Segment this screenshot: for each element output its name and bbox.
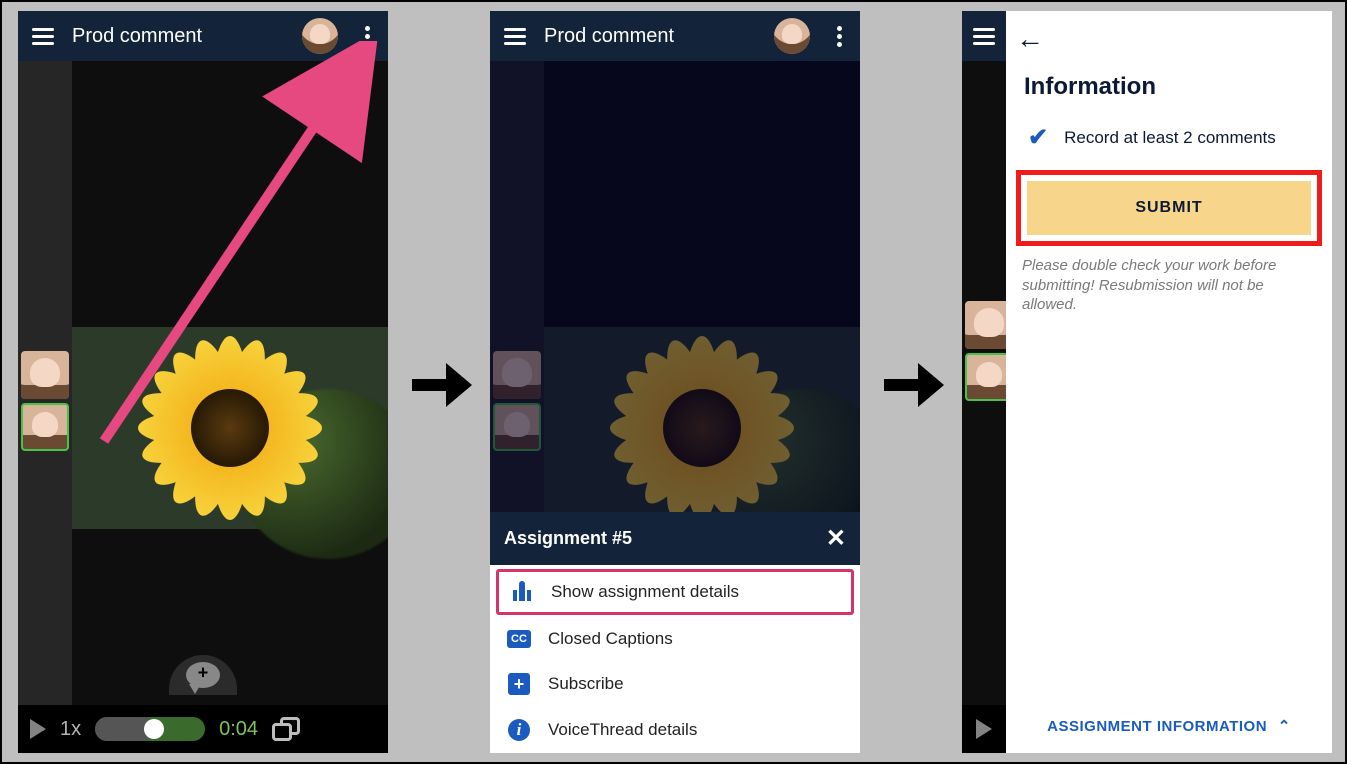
commenter-avatar[interactable] — [21, 351, 69, 399]
player-bar: 1x 0:04 — [18, 705, 388, 753]
menu-icon[interactable] — [500, 28, 530, 45]
phone-step-2: Prod comment Assignment #5 ✕ — [490, 11, 860, 753]
content-area: Assignment #5 ✕ Show assignment details … — [490, 61, 860, 753]
assignment-information-toggle[interactable]: ASSIGNMENT INFORMATION ⌃ — [1006, 699, 1332, 753]
phone-step-1: Prod comment + 1x 0:04 — [18, 11, 388, 753]
tutorial-stage: Prod comment + 1x 0:04 — [0, 0, 1347, 764]
slides-icon[interactable] — [272, 717, 300, 741]
requirement-row: ✔ Record at least 2 comments — [1006, 119, 1332, 170]
more-options-icon[interactable] — [352, 26, 382, 47]
menu-icon[interactable] — [969, 28, 999, 45]
submit-hint: Please double check your work before sub… — [1006, 246, 1332, 325]
comment-rail — [18, 61, 72, 753]
check-icon: ✔ — [1028, 123, 1048, 152]
close-icon[interactable]: ✕ — [826, 524, 846, 553]
information-panel: ← Information ✔ Record at least 2 commen… — [1006, 11, 1332, 753]
footer-label: ASSIGNMENT INFORMATION — [1047, 718, 1267, 735]
voicethread-details[interactable]: i VoiceThread details — [490, 707, 860, 753]
subscribe-icon: + — [508, 673, 530, 695]
menu-icon[interactable] — [28, 28, 58, 45]
avatar[interactable] — [302, 18, 338, 54]
building-icon — [510, 581, 534, 603]
step-arrow-icon — [882, 357, 946, 413]
avatar[interactable] — [774, 18, 810, 54]
elapsed-time: 0:04 — [219, 718, 258, 741]
submit-button[interactable]: SUBMIT — [1027, 181, 1311, 235]
info-icon: i — [508, 719, 530, 741]
closed-captions[interactable]: CC Closed Captions — [490, 617, 860, 661]
step-arrow-icon — [410, 357, 474, 413]
submit-highlight: SUBMIT — [1016, 170, 1322, 246]
add-comment-button[interactable]: + — [169, 655, 237, 695]
commenter-avatar-active[interactable] — [493, 403, 541, 451]
row-label: Closed Captions — [548, 629, 673, 649]
slide-image[interactable] — [72, 327, 388, 529]
player-bar-mini — [962, 705, 1006, 753]
row-label: Show assignment details — [551, 582, 739, 602]
cc-icon: CC — [507, 630, 531, 648]
row-label: Subscribe — [548, 674, 624, 694]
phone-step-3: ← Information ✔ Record at least 2 commen… — [962, 11, 1332, 753]
commenter-avatar[interactable] — [493, 351, 541, 399]
chevron-up-icon: ⌃ — [1278, 718, 1291, 735]
page-title: Prod comment — [72, 25, 288, 48]
slide-image[interactable] — [544, 327, 860, 529]
sheet-header: Assignment #5 ✕ — [490, 512, 860, 565]
panel-title: Information — [1006, 55, 1332, 119]
requirement-text: Record at least 2 comments — [1064, 128, 1276, 148]
left-strip — [962, 11, 1006, 753]
progress-slider[interactable] — [95, 717, 205, 741]
more-options-icon[interactable] — [824, 26, 854, 47]
back-icon[interactable]: ← — [1006, 11, 1332, 55]
subscribe[interactable]: + Subscribe — [490, 661, 860, 707]
content-area: + 1x 0:04 — [18, 61, 388, 753]
app-header: Prod comment — [18, 11, 388, 61]
options-sheet: Assignment #5 ✕ Show assignment details … — [490, 512, 860, 753]
play-icon[interactable] — [976, 719, 992, 739]
page-title: Prod comment — [544, 25, 760, 48]
row-label: VoiceThread details — [548, 720, 697, 740]
play-icon[interactable] — [30, 719, 46, 739]
commenter-avatar-active[interactable] — [21, 403, 69, 451]
show-assignment-details[interactable]: Show assignment details — [496, 569, 854, 615]
playback-speed[interactable]: 1x — [60, 718, 81, 741]
app-header: Prod comment — [490, 11, 860, 61]
sheet-title: Assignment #5 — [504, 528, 632, 549]
